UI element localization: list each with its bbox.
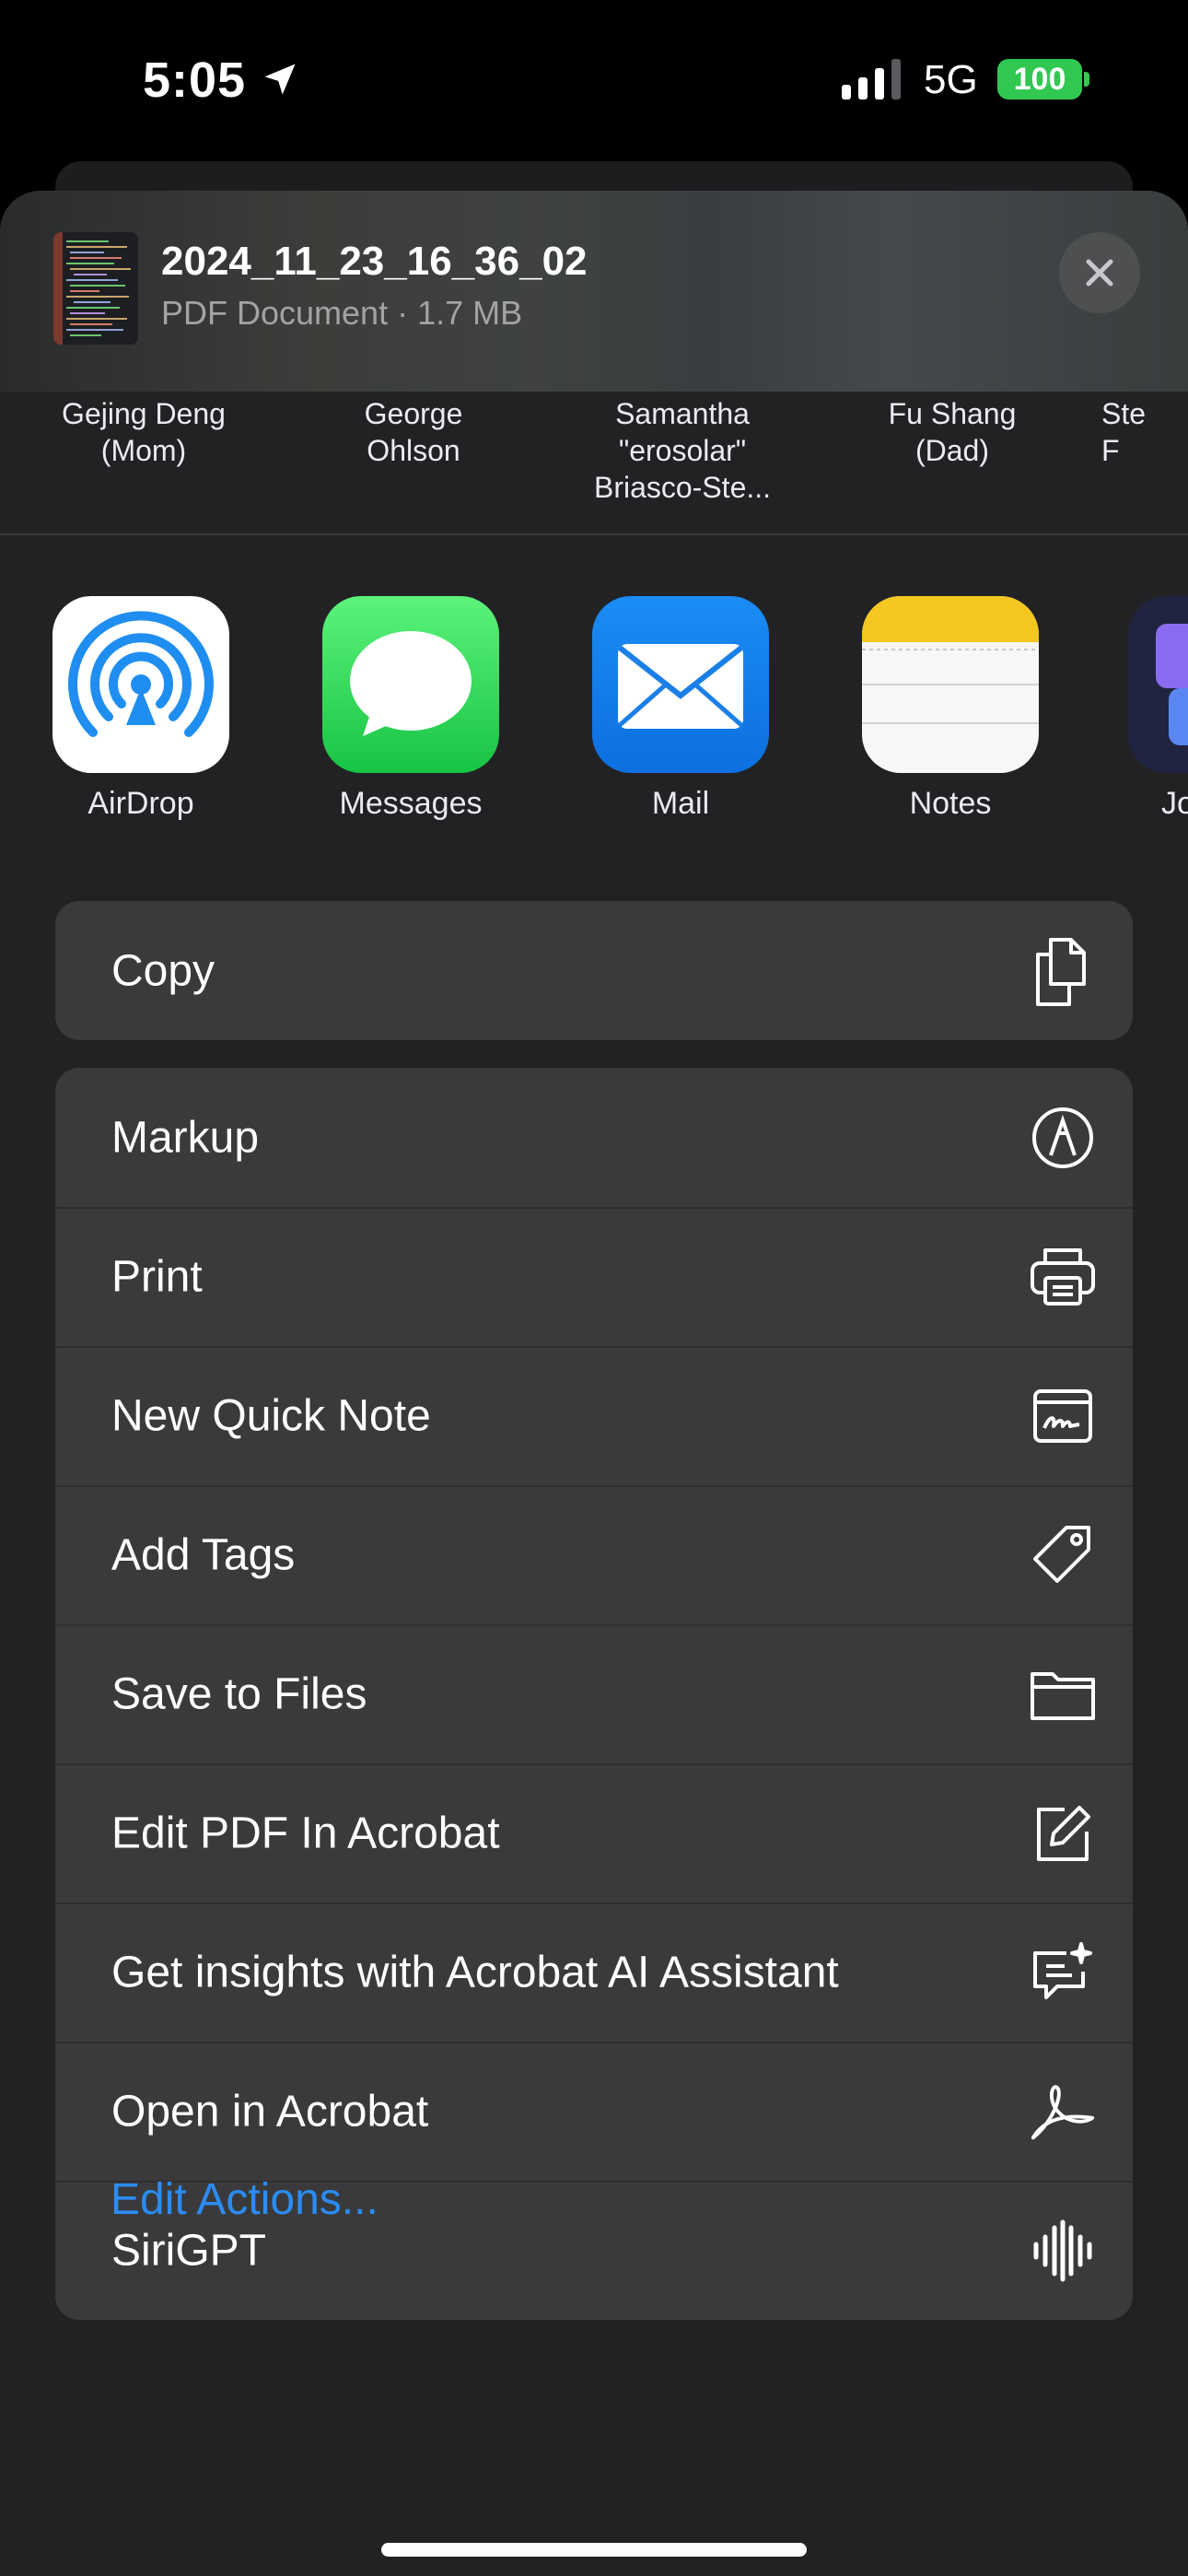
divider	[0, 533, 1188, 535]
ai-sparkle-chat-icon	[1028, 1938, 1098, 2008]
copy-group: Copy	[55, 901, 1133, 1040]
messages-icon	[322, 596, 499, 773]
edit-pencil-icon	[1028, 1798, 1098, 1868]
app-label: Messages	[339, 786, 483, 821]
journal-icon	[1128, 596, 1188, 773]
action-label: Print	[111, 1252, 203, 1301]
action-edit-pdf-in-acrobat[interactable]: Edit PDF In Acrobat	[55, 1763, 1133, 1903]
share-sheet: 2024_11_23_16_36_02 PDF Document · 1.7 M…	[0, 191, 1188, 2576]
app-label: Jo	[1161, 786, 1188, 821]
battery-indicator: 100	[997, 59, 1082, 100]
apps-row: AirDrop Messages Mail Notes Jo	[0, 596, 1188, 854]
action-label: Save to Files	[111, 1669, 367, 1718]
location-arrow-icon	[264, 64, 296, 95]
action-copy[interactable]: Copy	[55, 901, 1133, 1040]
close-icon	[1086, 259, 1113, 287]
app-journal[interactable]: Jo	[1128, 596, 1188, 822]
edit-actions-link[interactable]: Edit Actions...	[111, 2174, 379, 2225]
folder-icon	[1028, 1659, 1098, 1729]
mail-icon	[592, 596, 769, 773]
app-mail[interactable]: Mail	[588, 596, 773, 822]
actions-group: Markup Print New Quick Note Add Tags Sav…	[55, 1068, 1133, 2320]
close-button[interactable]	[1059, 232, 1140, 313]
app-label: Mail	[651, 786, 710, 821]
contact-fu-shang[interactable]: Fu Shang (Dad)	[833, 395, 1072, 469]
action-open-in-acrobat[interactable]: Open in Acrobat	[55, 2042, 1133, 2181]
action-new-quick-note[interactable]: New Quick Note	[55, 1346, 1133, 1485]
cellular-signal-icon	[842, 59, 901, 100]
action-label: Markup	[111, 1113, 260, 1162]
action-print[interactable]: Print	[55, 1207, 1133, 1346]
app-notes[interactable]: Notes	[858, 596, 1042, 822]
app-label: AirDrop	[87, 786, 194, 821]
status-time: 5:05	[143, 53, 247, 108]
markup-icon	[1028, 1103, 1098, 1173]
action-add-tags[interactable]: Add Tags	[55, 1485, 1133, 1624]
copy-icon	[1028, 936, 1098, 1006]
action-label: SiriGPT	[111, 2226, 266, 2275]
action-save-to-files[interactable]: Save to Files	[55, 1624, 1133, 1763]
status-bar: 5:05 5G 100	[0, 0, 1188, 166]
printer-icon	[1028, 1242, 1098, 1312]
action-label: Edit PDF In Acrobat	[111, 1809, 500, 1857]
waveform-icon	[1028, 2216, 1098, 2286]
contacts-row: Gejing Deng (Mom) George Ohlson Samantha…	[0, 392, 1188, 539]
action-acrobat-ai-assistant[interactable]: Get insights with Acrobat AI Assistant	[55, 1903, 1133, 2042]
battery-cap	[1084, 72, 1089, 87]
tag-icon	[1028, 1520, 1098, 1590]
contact-partial[interactable]: Ste F	[1101, 395, 1188, 469]
action-label: Copy	[111, 946, 215, 995]
app-label: Notes	[909, 786, 992, 821]
contact-george-ohlson[interactable]: George Ohlson	[294, 395, 533, 469]
app-airdrop[interactable]: AirDrop	[49, 596, 233, 822]
contact-gejing-deng[interactable]: Gejing Deng (Mom)	[24, 395, 263, 469]
home-indicator[interactable]	[381, 2543, 807, 2557]
acrobat-icon	[1028, 2077, 1098, 2147]
contact-samantha[interactable]: Samantha "erosolar" Briasco-Ste...	[563, 395, 802, 506]
action-label: Open in Acrobat	[111, 2087, 429, 2136]
action-label: Get insights with Acrobat AI Assistant	[111, 1948, 839, 1996]
notes-icon	[862, 596, 1039, 773]
quick-note-icon	[1028, 1381, 1098, 1451]
app-messages[interactable]: Messages	[319, 596, 503, 822]
document-title: 2024_11_23_16_36_02	[161, 239, 588, 284]
document-thumbnail	[53, 232, 138, 345]
document-subtitle: PDF Document · 1.7 MB	[161, 294, 523, 332]
action-markup[interactable]: Markup	[55, 1068, 1133, 1207]
share-sheet-header: 2024_11_23_16_36_02 PDF Document · 1.7 M…	[0, 191, 1188, 392]
action-label: New Quick Note	[111, 1391, 431, 1440]
action-label: Add Tags	[111, 1530, 296, 1579]
network-type: 5G	[924, 57, 978, 102]
airdrop-icon	[52, 596, 229, 773]
